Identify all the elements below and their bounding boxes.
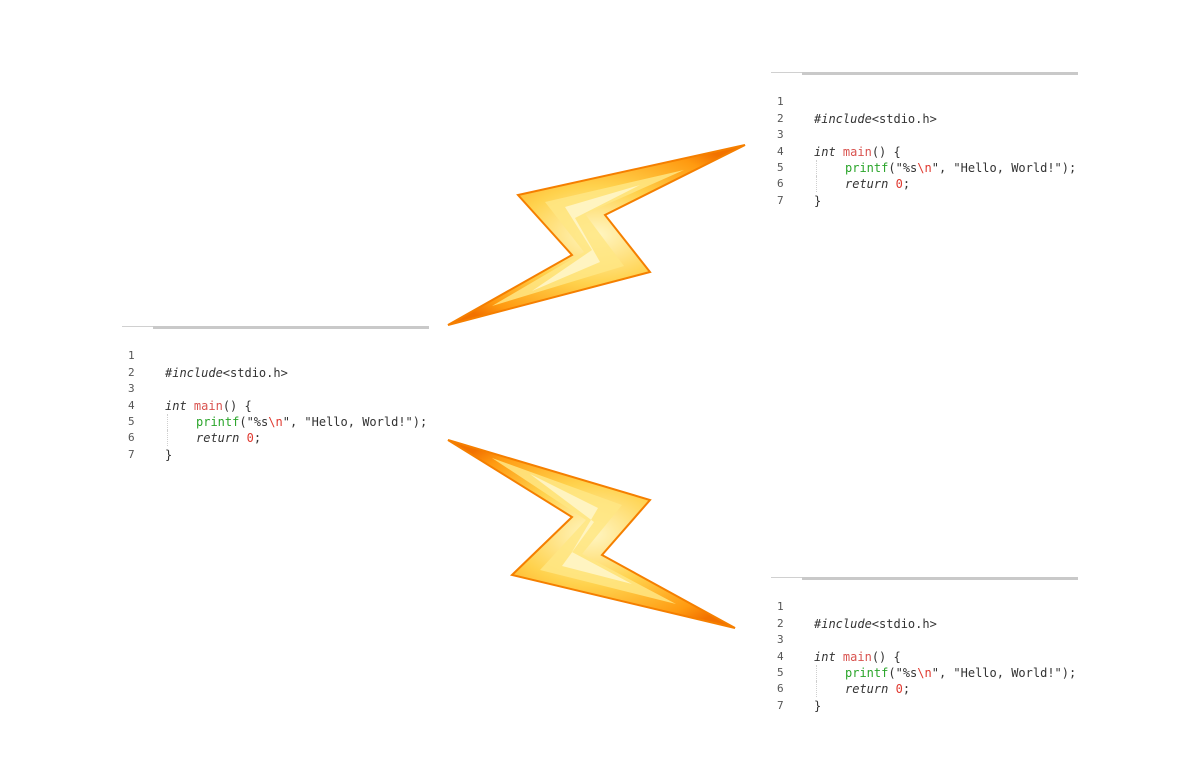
lightning-bolt-icon [447, 439, 736, 629]
code-line: 1 #include<stdio.h> [128, 349, 288, 380]
code-snippet-left: 1 #include<stdio.h> 2 3 int main() { 4 p… [122, 326, 429, 462]
code-line: 3 int main() { [777, 128, 901, 159]
code-line: 3 int main() { [128, 382, 252, 413]
code-line: 4 printf("%s\n", "Hello, World!"); [128, 398, 428, 430]
code-line: 1 #include<stdio.h> [777, 95, 937, 126]
line-number: 7 [777, 193, 784, 207]
code-line: 5 return 0; [777, 160, 911, 193]
code-snippet-top-right: 1 #include<stdio.h> 2 3 int main() { 4 p… [771, 72, 1078, 208]
code-line: 2 [771, 94, 1078, 125]
code-line: 7 [771, 681, 1078, 712]
code-line: 2 [122, 348, 429, 379]
code-line: 2 [771, 599, 1078, 630]
code-line: 6 } [777, 682, 822, 713]
code-line: 7 [771, 176, 1078, 207]
code-line: 6 } [777, 177, 822, 208]
code-line: 1 #include<stdio.h> [777, 600, 937, 631]
line-number: 7 [777, 698, 784, 712]
code-line: 6 } [128, 431, 173, 462]
code-line: 5 return 0; [128, 414, 262, 447]
line-number: 7 [128, 447, 135, 461]
code-snippet-bottom-right: 1 #include<stdio.h> 2 3 int main() { 4 p… [771, 577, 1078, 713]
code-line: 3 int main() { [777, 633, 901, 664]
code-line: 5 return 0; [777, 665, 911, 698]
editor-top-border [771, 577, 1078, 580]
editor-top-border [771, 72, 1078, 75]
editor-top-border [122, 326, 429, 329]
lightning-bolt-icon [447, 144, 746, 326]
code-line: 4 printf("%s\n", "Hello, World!"); [777, 649, 1077, 681]
code-line: 4 printf("%s\n", "Hello, World!"); [777, 144, 1077, 176]
code-line: 7 [122, 430, 429, 461]
